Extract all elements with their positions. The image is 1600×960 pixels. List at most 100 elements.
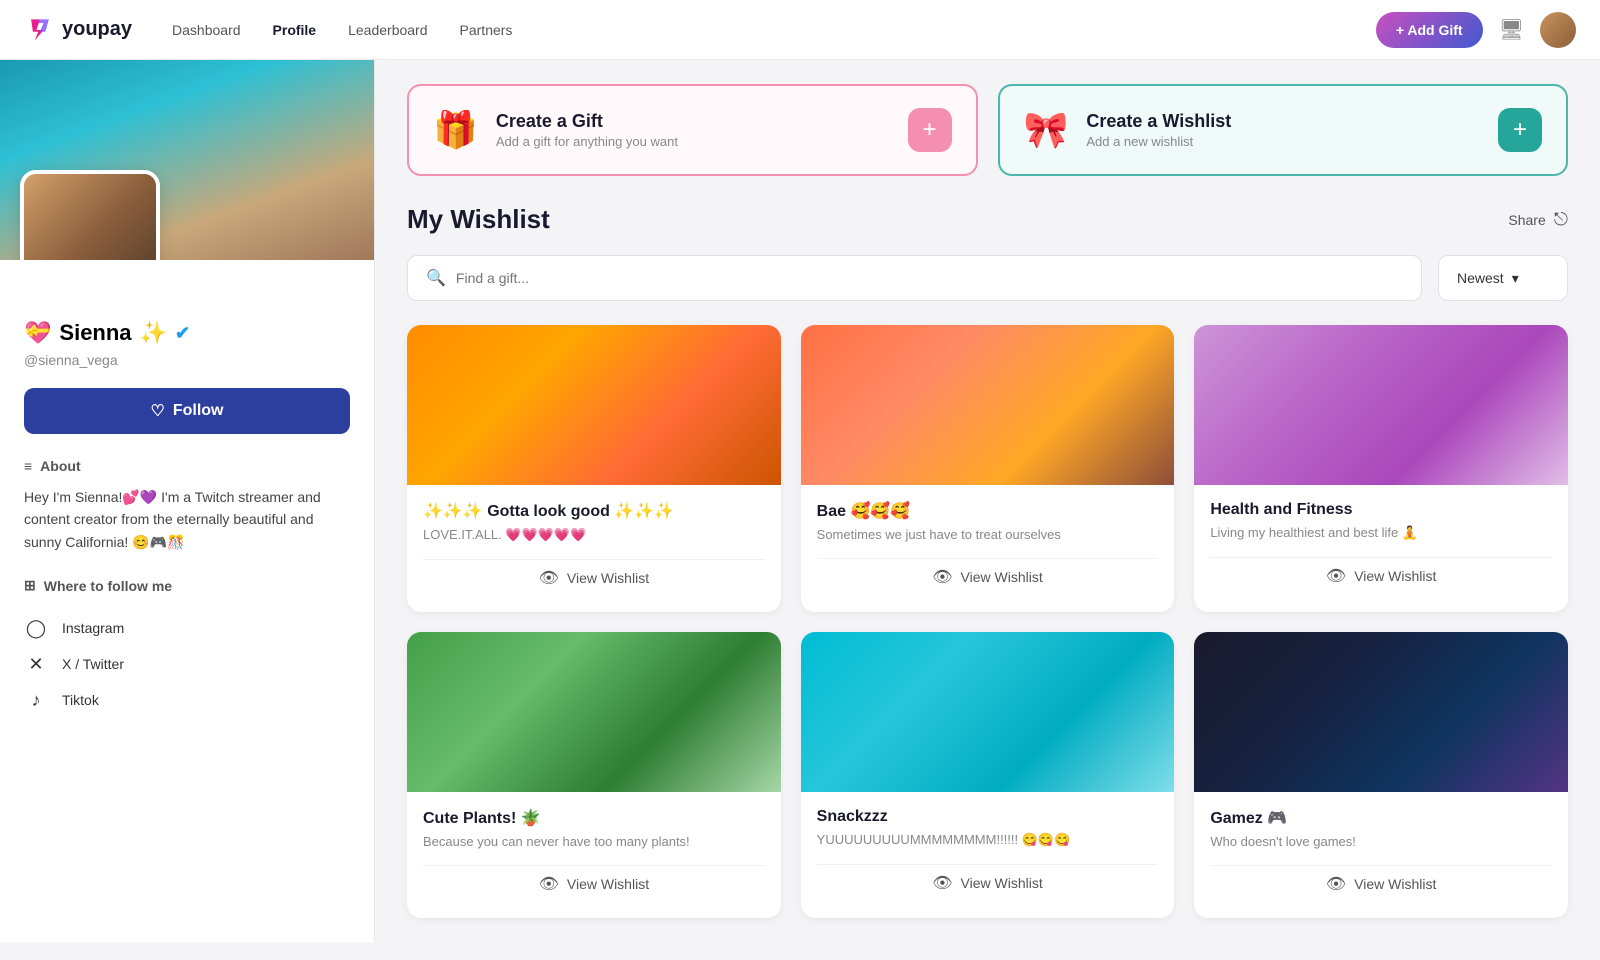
about-label: ≡ About: [24, 458, 350, 474]
create-gift-subtitle: Add a gift for anything you want: [496, 134, 678, 149]
view-wishlist-btn-4[interactable]: 👁 View Wishlist: [817, 864, 1159, 901]
view-wishlist-btn-2[interactable]: 👁 View Wishlist: [1210, 557, 1552, 594]
follow-label: Follow: [173, 402, 224, 420]
social-tiktok[interactable]: ♪ Tiktok: [24, 682, 350, 718]
monitor-icon[interactable]: 🖥: [1499, 17, 1524, 42]
instagram-label: Instagram: [62, 620, 124, 636]
logo[interactable]: youpay: [24, 14, 132, 46]
card-desc-2: Living my healthiest and best life 🧘: [1210, 525, 1552, 541]
wishlist-card-3[interactable]: Cute Plants! 🪴 Because you can never hav…: [407, 632, 781, 918]
instagram-icon: ◯: [24, 616, 48, 640]
nav-partners[interactable]: Partners: [460, 22, 513, 38]
card-desc-3: Because you can never have too many plan…: [423, 834, 765, 849]
card-body-3: Cute Plants! 🪴 Because you can never hav…: [407, 792, 781, 918]
eye-icon-5: 👁: [1326, 874, 1346, 894]
eye-icon-3: 👁: [539, 874, 559, 894]
wishlist-card-4[interactable]: Snackzzz YUUUUUUUUUMMMMMMMM!!!!!! 😋😋😋 👁 …: [801, 632, 1175, 918]
search-input[interactable]: [456, 270, 1403, 286]
card-name-2: Health and Fitness: [1210, 501, 1552, 519]
wishlist-card-5[interactable]: Gamez 🎮 Who doesn't love games! 👁 View W…: [1194, 632, 1568, 918]
heart-emoji: 💝: [24, 320, 51, 346]
heart-icon: ♡: [151, 401, 165, 421]
tiktok-icon: ♪: [24, 688, 48, 712]
profile-picture-wrap: ⊞: [20, 170, 160, 260]
create-wishlist-title: Create a Wishlist: [1086, 111, 1231, 132]
card-name-1: Bae 🥰🥰🥰: [817, 501, 1159, 521]
create-wishlist-left: 🎀 Create a Wishlist Add a new wishlist: [1024, 109, 1232, 151]
view-wishlist-btn-5[interactable]: 👁 View Wishlist: [1210, 865, 1552, 902]
wishlist-card-2[interactable]: Health and Fitness Living my healthiest …: [1194, 325, 1568, 612]
sort-label: Newest: [1457, 270, 1504, 286]
action-cards: 🎁 Create a Gift Add a gift for anything …: [407, 84, 1568, 176]
view-wishlist-btn-1[interactable]: 👁 View Wishlist: [817, 558, 1159, 595]
social-label: ⊞ Where to follow me: [24, 577, 350, 594]
card-desc-1: Sometimes we just have to treat ourselve…: [817, 527, 1159, 542]
card-desc-4: YUUUUUUUUUMMMMMMMM!!!!!! 😋😋😋: [817, 832, 1159, 848]
card-name-3: Cute Plants! 🪴: [423, 808, 765, 828]
verified-icon: ✔: [175, 323, 190, 344]
gift-icon: 🎁: [433, 109, 478, 151]
search-icon: 🔍: [426, 268, 446, 288]
card-desc-0: LOVE.IT.ALL. 💗💗💗💗💗: [423, 527, 765, 543]
create-gift-left: 🎁 Create a Gift Add a gift for anything …: [433, 109, 678, 151]
sidebar: ⊞ 💝 Sienna ✨ ✔ @sienna_vega ♡ Follow ≡ A…: [0, 60, 375, 942]
sidebar-cover: ⊞: [0, 60, 374, 260]
view-wishlist-btn-3[interactable]: 👁 View Wishlist: [423, 865, 765, 902]
card-body-4: Snackzzz YUUUUUUUUUMMMMMMMM!!!!!! 😋😋😋 👁 …: [801, 792, 1175, 917]
view-wishlist-btn-0[interactable]: 👁 View Wishlist: [423, 559, 765, 596]
profile-picture: [24, 174, 156, 260]
chevron-down-icon: ▾: [1512, 270, 1519, 287]
display-name: Sienna: [59, 320, 131, 346]
card-body-2: Health and Fitness Living my healthiest …: [1194, 485, 1568, 610]
card-desc-5: Who doesn't love games!: [1210, 834, 1552, 849]
eye-icon-4: 👁: [932, 873, 952, 893]
twitter-icon: ✕: [24, 652, 48, 676]
wishlist-card-1[interactable]: Bae 🥰🥰🥰 Sometimes we just have to treat …: [801, 325, 1175, 612]
wishlist-grid: ✨✨✨ Gotta look good ✨✨✨ LOVE.IT.ALL. 💗💗💗…: [407, 325, 1568, 918]
nav-leaderboard[interactable]: Leaderboard: [348, 22, 427, 38]
share-button[interactable]: Share ⎋: [1508, 209, 1568, 230]
card-body-1: Bae 🥰🥰🥰 Sometimes we just have to treat …: [801, 485, 1175, 611]
sort-select[interactable]: Newest ▾: [1438, 255, 1568, 301]
create-gift-title: Create a Gift: [496, 111, 678, 132]
create-gift-card[interactable]: 🎁 Create a Gift Add a gift for anything …: [407, 84, 978, 176]
wishlist-icon: 🎀: [1024, 109, 1069, 151]
navbar: youpay Dashboard Profile Leaderboard Par…: [0, 0, 1600, 60]
bars-icon: ≡: [24, 458, 32, 474]
about-text: Hey I'm Sienna!💕💜 I'm a Twitch streamer …: [24, 486, 350, 553]
share-icon: ⎋: [1554, 209, 1568, 230]
eye-icon-2: 👁: [1326, 566, 1346, 586]
card-image-1: [801, 325, 1175, 485]
social-instagram[interactable]: ◯ Instagram: [24, 610, 350, 646]
social-bars-icon: ⊞: [24, 577, 36, 594]
wishlist-card-0[interactable]: ✨✨✨ Gotta look good ✨✨✨ LOVE.IT.ALL. 💗💗💗…: [407, 325, 781, 612]
nav-right: + Add Gift 🖥: [1376, 12, 1576, 48]
social-twitter[interactable]: ✕ X / Twitter: [24, 646, 350, 682]
create-wishlist-card[interactable]: 🎀 Create a Wishlist Add a new wishlist +: [998, 84, 1569, 176]
avatar[interactable]: [1540, 12, 1576, 48]
wishlist-header: My Wishlist Share ⎋: [407, 204, 1568, 235]
eye-icon-1: 👁: [932, 567, 952, 587]
create-wishlist-plus[interactable]: +: [1498, 108, 1542, 152]
main-layout: ⊞ 💝 Sienna ✨ ✔ @sienna_vega ♡ Follow ≡ A…: [0, 60, 1600, 942]
card-image-3: [407, 632, 781, 792]
sidebar-info: 💝 Sienna ✨ ✔ @sienna_vega ♡ Follow ≡ Abo…: [0, 260, 374, 738]
card-body-5: Gamez 🎮 Who doesn't love games! 👁 View W…: [1194, 792, 1568, 918]
search-wrap: 🔍: [407, 255, 1422, 301]
card-name-5: Gamez 🎮: [1210, 808, 1552, 828]
card-image-4: [801, 632, 1175, 792]
follow-button[interactable]: ♡ Follow: [24, 388, 350, 434]
card-name-4: Snackzzz: [817, 808, 1159, 826]
nav-profile[interactable]: Profile: [273, 22, 317, 38]
tiktok-label: Tiktok: [62, 692, 99, 708]
create-gift-plus[interactable]: +: [908, 108, 952, 152]
card-name-0: ✨✨✨ Gotta look good ✨✨✨: [423, 501, 765, 521]
card-image-0: [407, 325, 781, 485]
share-label: Share: [1508, 212, 1545, 228]
nav-dashboard[interactable]: Dashboard: [172, 22, 241, 38]
create-wishlist-subtitle: Add a new wishlist: [1086, 134, 1231, 149]
nav-links: Dashboard Profile Leaderboard Partners: [172, 22, 512, 38]
add-gift-button[interactable]: + Add Gift: [1376, 12, 1483, 48]
card-image-2: [1194, 325, 1568, 485]
create-wishlist-info: Create a Wishlist Add a new wishlist: [1086, 111, 1231, 149]
